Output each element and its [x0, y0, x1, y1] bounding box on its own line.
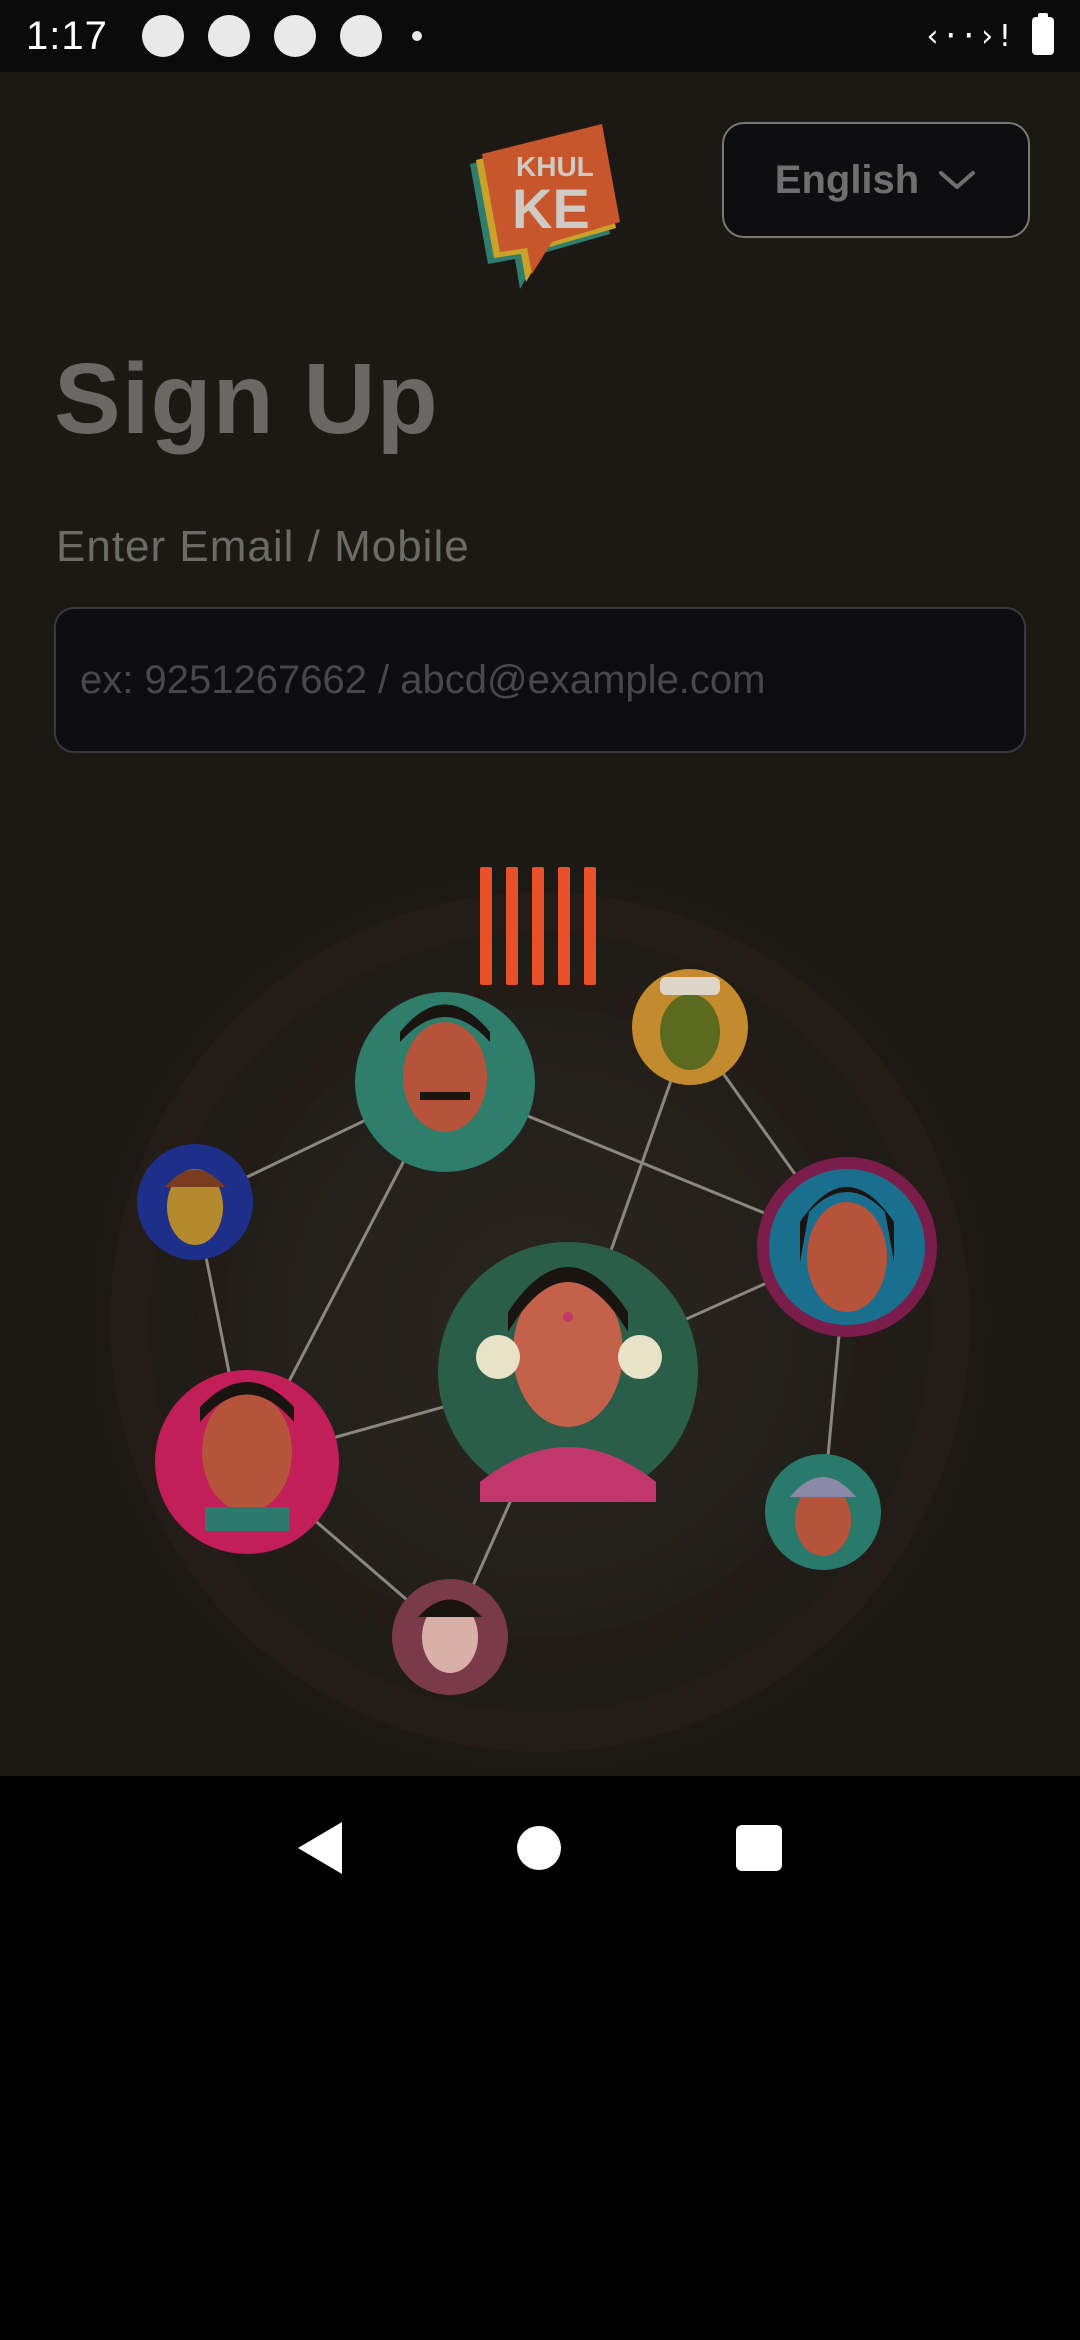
status-icons: ‹··›! — [923, 13, 1054, 55]
language-selected-label: English — [774, 157, 920, 202]
more-notifications-icon — [411, 31, 422, 41]
home-icon[interactable] — [516, 1826, 561, 1870]
notification-icon — [141, 15, 184, 57]
notification-icon — [207, 15, 250, 57]
signal-icon: ‹··›! — [923, 18, 1014, 54]
avatar — [632, 969, 748, 1085]
avatar — [765, 1454, 881, 1570]
recents-icon[interactable] — [736, 1825, 783, 1871]
battery-icon — [1032, 13, 1054, 55]
system-nav-bar — [0, 1776, 1080, 1920]
avatar — [137, 1144, 253, 1260]
logo-text-bottom: KE — [512, 177, 590, 240]
language-dropdown[interactable]: English — [722, 122, 1030, 238]
chevron-down-icon — [939, 171, 976, 189]
email-mobile-input[interactable] — [54, 607, 1026, 753]
status-bar: 1:17 ‹··›! — [0, 0, 1080, 72]
avatar — [757, 1157, 937, 1337]
signup-screen: KHUL KE English Sign Up Enter Email / Mo… — [0, 72, 1080, 1776]
avatar — [355, 992, 535, 1172]
app-logo: KHUL KE — [470, 124, 620, 289]
notification-icon — [273, 15, 316, 57]
page-title: Sign Up — [54, 343, 439, 455]
back-icon[interactable] — [297, 1822, 342, 1874]
avatar — [155, 1370, 339, 1554]
notification-icon — [339, 15, 382, 57]
screen-bottom-area — [0, 1920, 1080, 2340]
status-time: 1:17 — [26, 13, 108, 58]
avatar — [392, 1579, 508, 1695]
loader-bars-icon — [480, 867, 600, 985]
email-mobile-label: Enter Email / Mobile — [56, 522, 470, 571]
avatar — [438, 1242, 698, 1502]
